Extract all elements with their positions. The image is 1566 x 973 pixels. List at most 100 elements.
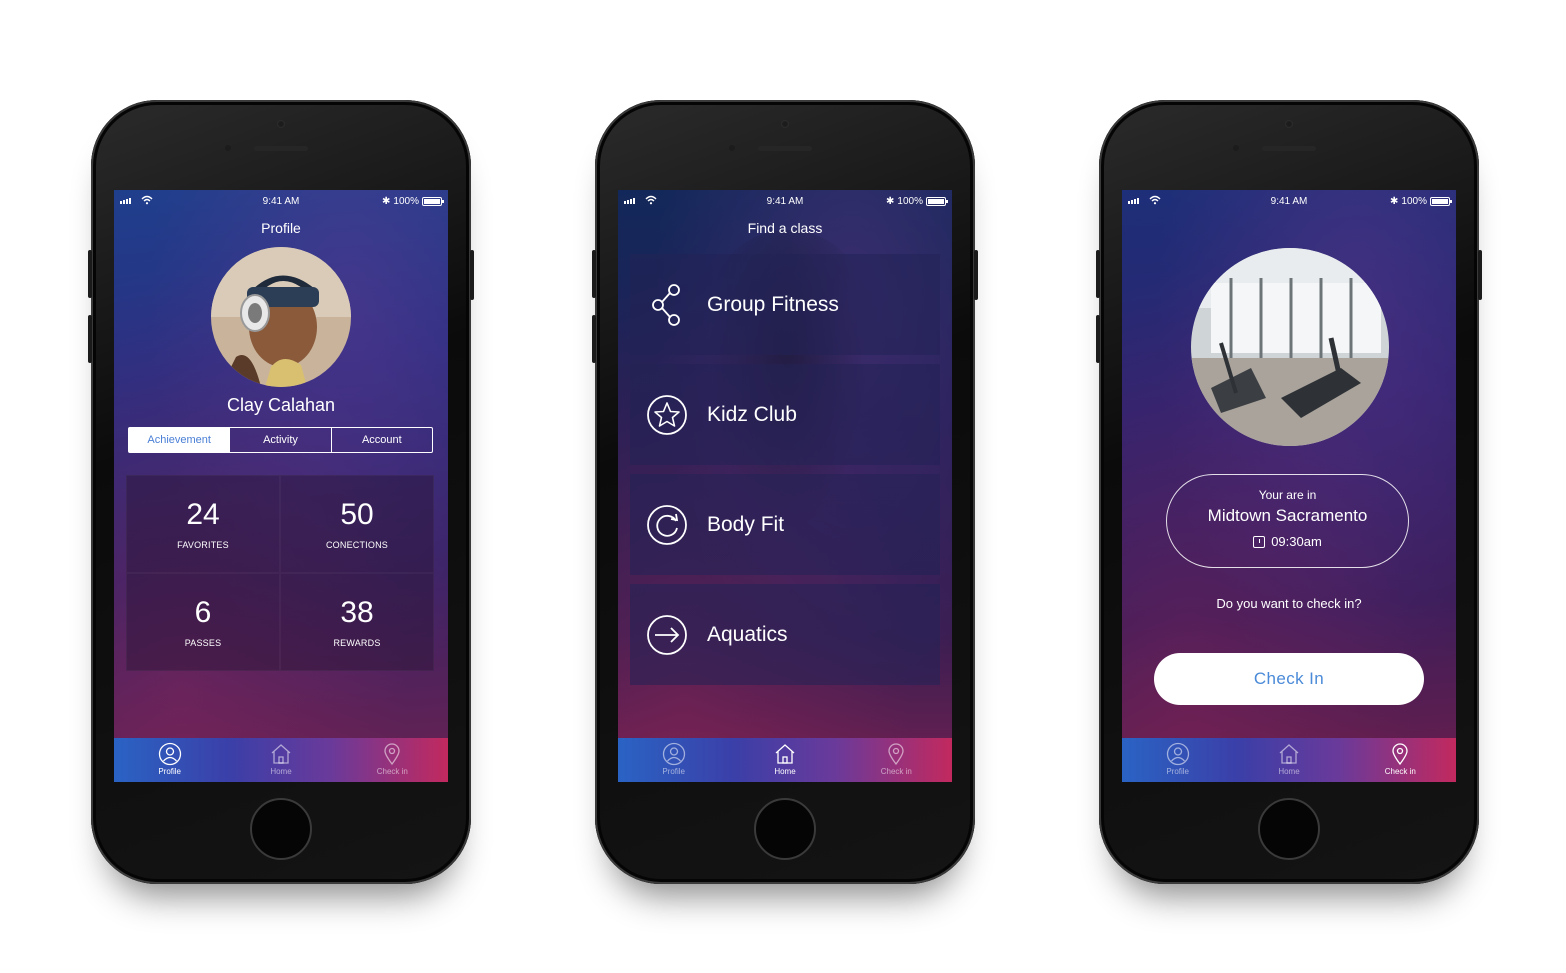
battery-indicator: ✱ 100%: [1390, 196, 1452, 207]
volume-up-button: [88, 250, 92, 298]
status-bar: 9:41 AM ✱ 100%: [114, 194, 448, 210]
tab-checkin[interactable]: Check in: [1345, 738, 1456, 782]
profile-icon: [1166, 742, 1189, 766]
stat-label: PASSES: [184, 638, 222, 648]
class-card-aquatics[interactable]: Aquatics: [630, 584, 940, 685]
front-camera: [1285, 120, 1293, 128]
location-pin-icon: [1392, 743, 1408, 766]
class-name: Body Fit: [707, 512, 785, 536]
tab-home[interactable]: Home: [1233, 738, 1344, 782]
battery-icon: [1430, 197, 1452, 206]
tab-bar: Profile Home Check in: [618, 738, 952, 782]
stat-value: 38: [340, 596, 374, 629]
profile-segmented-control: Achievement Activity Account: [128, 427, 433, 453]
check-in-button[interactable]: Check In: [1154, 653, 1424, 705]
bluetooth-icon: ✱: [1390, 196, 1399, 207]
earpiece-speaker: [254, 146, 308, 151]
stat-value: 24: [186, 498, 220, 531]
profile-icon: [158, 742, 181, 766]
segment-activity[interactable]: Activity: [229, 428, 330, 452]
battery-fill: [928, 199, 944, 204]
battery-icon: [926, 197, 948, 206]
home-button[interactable]: [1258, 798, 1320, 860]
user-name: Clay Calahan: [226, 395, 336, 415]
earpiece-speaker: [1262, 146, 1316, 151]
tab-label: Check in: [1384, 767, 1416, 776]
battery-fill: [424, 199, 440, 204]
volume-up-button: [592, 250, 596, 298]
gym-photo: [1191, 248, 1389, 446]
bluetooth-icon: ✱: [886, 196, 895, 207]
time-value: 09:30am: [1271, 534, 1322, 549]
stat-favorites[interactable]: 24 FAVORITES: [126, 475, 280, 573]
stat-value: 50: [340, 498, 374, 531]
page-title: Find a class: [747, 220, 823, 236]
phone-profile: 9:41 AM ✱ 100% Profile Clay Calahan Achi…: [88, 100, 474, 884]
avatar[interactable]: [211, 247, 351, 387]
class-name: Kidz Club: [707, 402, 797, 426]
battery-percent: 100%: [897, 196, 923, 207]
tab-profile[interactable]: Profile: [114, 738, 225, 782]
find-class-screen: 9:41 AM ✱ 100% Find a class Group Fitnes…: [618, 190, 952, 782]
battery-indicator: ✱ 100%: [382, 196, 444, 207]
battery-percent: 100%: [393, 196, 419, 207]
location-pin-icon: [888, 743, 904, 766]
segment-achievement[interactable]: Achievement: [129, 428, 230, 452]
tab-label: Home: [1278, 767, 1300, 776]
tab-profile[interactable]: Profile: [1122, 738, 1233, 782]
proximity-sensor: [1233, 145, 1239, 151]
tab-profile[interactable]: Profile: [618, 738, 729, 782]
phone-checkin: 9:41 AM ✱ 100% Your are in Midtown Sacra…: [1096, 100, 1482, 884]
tab-label: Profile: [662, 767, 685, 776]
volume-down-button: [1096, 315, 1100, 363]
profile-screen: 9:41 AM ✱ 100% Profile Clay Calahan Achi…: [114, 190, 448, 782]
star-icon: [645, 393, 689, 437]
tab-label: Check in: [376, 767, 408, 776]
tab-checkin[interactable]: Check in: [841, 738, 952, 782]
stat-passes[interactable]: 6 PASSES: [126, 573, 280, 671]
battery-fill: [1432, 199, 1448, 204]
share-icon: [645, 283, 689, 327]
home-icon: [271, 744, 291, 764]
volume-up-button: [1096, 250, 1100, 298]
tab-checkin[interactable]: Check in: [337, 738, 448, 782]
tab-label: Home: [270, 767, 292, 776]
clock-icon: [1253, 535, 1266, 548]
battery-icon: [422, 197, 444, 206]
battery-percent: 100%: [1401, 196, 1427, 207]
power-button: [470, 250, 474, 300]
status-bar: 9:41 AM ✱ 100%: [1122, 194, 1456, 210]
power-button: [1478, 250, 1482, 300]
tab-home[interactable]: Home: [729, 738, 840, 782]
tab-label: Home: [774, 767, 796, 776]
front-camera: [781, 120, 789, 128]
tab-label: Check in: [880, 767, 912, 776]
home-button[interactable]: [754, 798, 816, 860]
page-title: Profile: [261, 220, 301, 236]
front-camera: [277, 120, 285, 128]
tab-home[interactable]: Home: [225, 738, 336, 782]
checkin-question: Do you want to check in?: [1216, 596, 1362, 611]
location-pin-icon: [384, 743, 400, 766]
class-card-group-fitness[interactable]: Group Fitness: [630, 254, 940, 355]
stat-connections[interactable]: 50 CONECTIONS: [280, 475, 434, 573]
stats-grid: 24 FAVORITES 50 CONECTIONS 6 PASSES 38 R…: [126, 475, 434, 671]
home-button[interactable]: [250, 798, 312, 860]
volume-down-button: [88, 315, 92, 363]
checkin-screen: 9:41 AM ✱ 100% Your are in Midtown Sacra…: [1122, 190, 1456, 782]
class-name: Aquatics: [707, 622, 788, 646]
status-bar: 9:41 AM ✱ 100%: [618, 194, 952, 210]
location-card: Your are in Midtown Sacramento 09:30am: [1166, 474, 1409, 568]
mockup-stage: 9:41 AM ✱ 100% Profile Clay Calahan Achi…: [0, 0, 1566, 973]
tab-label: Profile: [1166, 767, 1189, 776]
tab-bar: Profile Home Check in: [1122, 738, 1456, 782]
class-card-kidz-club[interactable]: Kidz Club: [630, 364, 940, 465]
stat-rewards[interactable]: 38 REWARDS: [280, 573, 434, 671]
earpiece-speaker: [758, 146, 812, 151]
battery-indicator: ✱ 100%: [886, 196, 948, 207]
segment-account[interactable]: Account: [330, 428, 432, 452]
class-card-body-fit[interactable]: Body Fit: [630, 474, 940, 575]
volume-down-button: [592, 315, 596, 363]
bluetooth-icon: ✱: [382, 196, 391, 207]
proximity-sensor: [225, 145, 231, 151]
